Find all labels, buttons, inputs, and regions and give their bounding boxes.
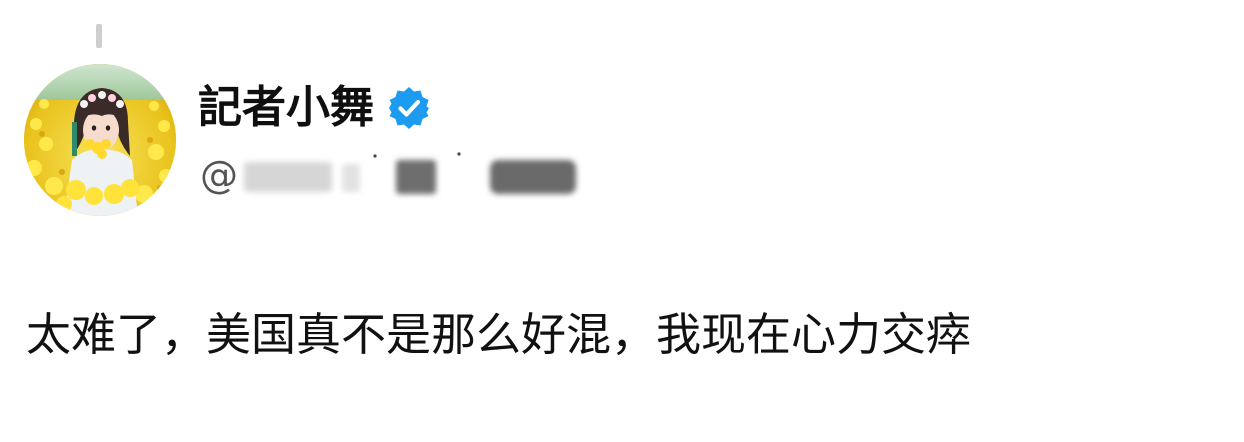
post-text: 太难了，美国真不是那么好混，我现在心力交瘁 (26, 308, 972, 361)
drag-handle-mark (96, 24, 102, 48)
display-name-row: 記者小舞 (198, 78, 432, 138)
handle-redaction-blur (230, 150, 600, 200)
verified-badge-icon (386, 85, 432, 131)
avatar-photo (24, 64, 176, 216)
display-name[interactable]: 記者小舞 (198, 78, 374, 138)
avatar[interactable] (24, 64, 176, 216)
